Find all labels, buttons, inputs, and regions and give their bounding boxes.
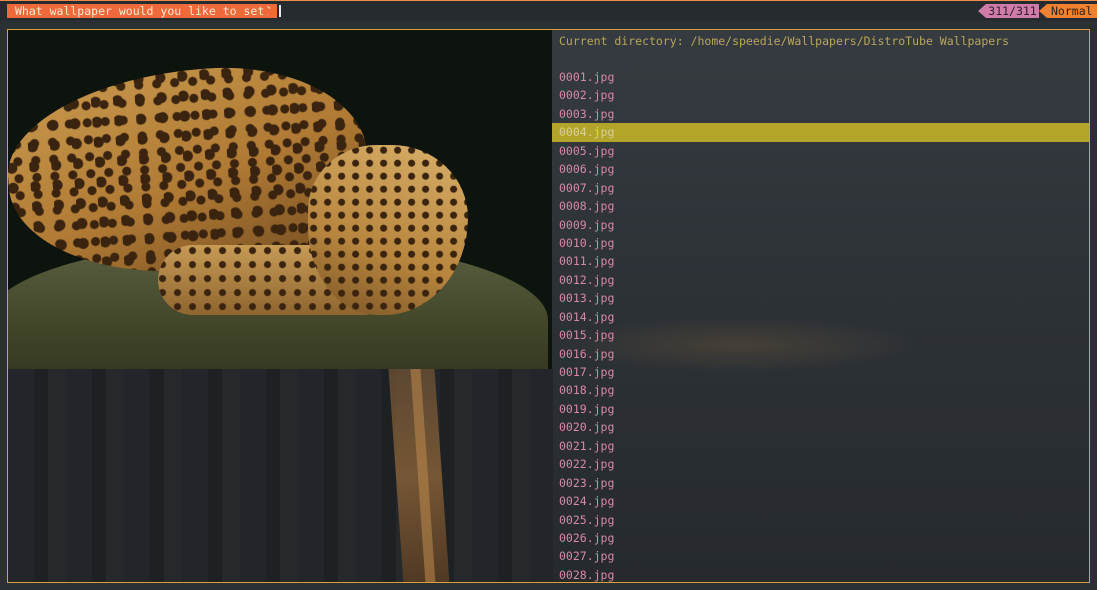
match-count: 311/311 <box>986 4 1039 18</box>
list-item[interactable]: 0010.jpg <box>552 234 1089 252</box>
menu-window: Current directory: /home/speedie/Wallpap… <box>7 29 1090 583</box>
list-item[interactable]: 0021.jpg <box>552 437 1089 455</box>
current-directory: Current directory: /home/speedie/Wallpap… <box>559 34 1010 48</box>
list-item[interactable]: 0019.jpg <box>552 400 1089 418</box>
list-item-selected[interactable]: 0004.jpg <box>552 123 1089 142</box>
list-item[interactable]: 0007.jpg <box>552 179 1089 197</box>
wallpaper-background <box>8 369 553 582</box>
list-item[interactable]: 0020.jpg <box>552 418 1089 436</box>
mode-indicator: Normal <box>1047 4 1097 18</box>
list-item[interactable]: 0003.jpg <box>552 105 1089 123</box>
list-item[interactable]: 0001.jpg <box>552 68 1089 86</box>
list-item[interactable]: 0011.jpg <box>552 252 1089 270</box>
image-preview <box>8 30 552 369</box>
list-item[interactable]: 0013.jpg <box>552 289 1089 307</box>
count-arrow-icon <box>978 4 986 18</box>
list-item[interactable]: 0022.jpg <box>552 455 1089 473</box>
list-item[interactable]: 0012.jpg <box>552 271 1089 289</box>
list-item[interactable]: 0017.jpg <box>552 363 1089 381</box>
list-item[interactable]: 0002.jpg <box>552 86 1089 104</box>
mode-arrow-icon <box>1039 4 1047 18</box>
list-item[interactable]: 0018.jpg <box>552 381 1089 399</box>
list-item[interactable]: 0014.jpg <box>552 308 1089 326</box>
list-item[interactable]: 0006.jpg <box>552 160 1089 178</box>
prompt-bar: What wallpaper would you like to set? 31… <box>0 0 1097 21</box>
prompt-arrow-icon <box>264 4 272 18</box>
file-panel: Current directory: /home/speedie/Wallpap… <box>552 30 1089 582</box>
list-item[interactable]: 0025.jpg <box>552 511 1089 529</box>
file-list: 0001.jpg 0002.jpg 0003.jpg 0004.jpg 0005.jpg… <box>552 68 1089 582</box>
list-item[interactable]: 0024.jpg <box>552 492 1089 510</box>
list-item[interactable]: 0023.jpg <box>552 474 1089 492</box>
list-item[interactable]: 0008.jpg <box>552 197 1089 215</box>
list-item[interactable]: 0028.jpg <box>552 566 1089 582</box>
text-cursor[interactable] <box>279 5 281 17</box>
list-item[interactable]: 0009.jpg <box>552 216 1089 234</box>
list-item[interactable]: 0026.jpg <box>552 529 1089 547</box>
list-item[interactable]: 0016.jpg <box>552 345 1089 363</box>
list-item[interactable]: 0027.jpg <box>552 547 1089 565</box>
list-item[interactable]: 0015.jpg <box>552 326 1089 344</box>
prompt-label: What wallpaper would you like to set? <box>7 4 278 18</box>
list-item[interactable]: 0005.jpg <box>552 142 1089 160</box>
